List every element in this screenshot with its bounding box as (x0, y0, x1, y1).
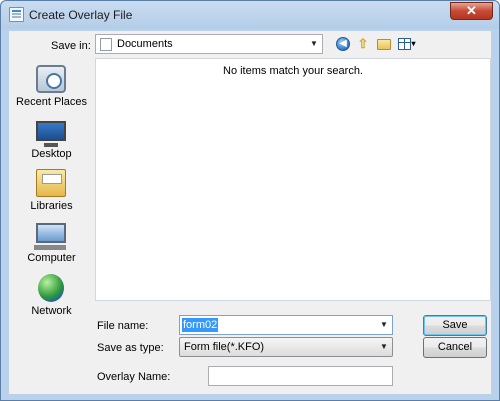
back-arrow-icon: ◀ (336, 37, 350, 51)
desktop-icon (36, 121, 66, 147)
place-network[interactable]: Network (9, 272, 94, 324)
dialog-title: Create Overlay File (29, 8, 133, 22)
computer-icon (34, 223, 66, 250)
create-overlay-file-dialog: Create Overlay File ✕ Save in: Documents… (0, 0, 500, 401)
file-name-input[interactable]: form02 (182, 318, 219, 332)
views-menu-button[interactable]: ▾ (396, 36, 418, 52)
up-folder-icon: ⇧ (357, 36, 369, 51)
places-bar: Recent Places Desktop Libraries Computer… (9, 60, 94, 394)
file-list-view[interactable]: No items match your search. (95, 58, 491, 301)
save-in-label: Save in: (51, 40, 91, 52)
save-button[interactable]: Save (423, 315, 487, 336)
place-label: Network (31, 305, 72, 317)
dialog-client-area: Save in: Documents ▼ ◀ ⇧ ▾ Recent Places… (9, 31, 491, 394)
file-name-combobox[interactable]: form02 ▼ (179, 315, 393, 335)
empty-list-message: No items match your search. (223, 65, 363, 77)
title-bar: Create Overlay File ✕ (1, 1, 499, 29)
up-one-level-button[interactable]: ⇧ (354, 36, 372, 52)
cancel-button[interactable]: Cancel (423, 337, 487, 358)
overlay-name-input[interactable] (208, 366, 393, 386)
back-button[interactable]: ◀ (334, 36, 352, 52)
views-chevron-icon: ▾ (411, 39, 416, 48)
network-icon (38, 274, 64, 302)
close-button[interactable]: ✕ (450, 2, 493, 20)
save-as-type-value: Form file(*.KFO) (184, 341, 265, 353)
save-in-dropdown[interactable]: Documents ▼ (95, 34, 323, 54)
chevron-down-icon[interactable]: ▼ (379, 319, 389, 331)
overlay-name-label: Overlay Name: (97, 371, 171, 383)
save-in-value: Documents (117, 38, 173, 50)
save-as-type-dropdown[interactable]: Form file(*.KFO) ▼ (179, 337, 393, 357)
place-computer[interactable]: Computer (9, 219, 94, 271)
documents-folder-icon (100, 38, 112, 51)
new-folder-icon (377, 39, 391, 50)
chevron-down-icon: ▼ (380, 342, 388, 351)
recent-places-icon (36, 65, 66, 93)
chevron-down-icon: ▼ (310, 39, 318, 48)
libraries-icon (36, 169, 66, 197)
place-libraries[interactable]: Libraries (9, 167, 94, 219)
place-label: Desktop (31, 148, 72, 160)
dialog-icon (9, 7, 24, 22)
save-as-type-label: Save as type: (97, 342, 164, 354)
place-label: Recent Places (16, 96, 87, 108)
view-menu-icon (398, 38, 412, 50)
place-desktop[interactable]: Desktop (9, 115, 94, 167)
place-label: Computer (27, 252, 76, 264)
place-recent-places[interactable]: Recent Places (9, 63, 94, 115)
file-name-label: File name: (97, 320, 149, 332)
place-label: Libraries (30, 200, 73, 212)
new-folder-button[interactable] (375, 36, 393, 52)
